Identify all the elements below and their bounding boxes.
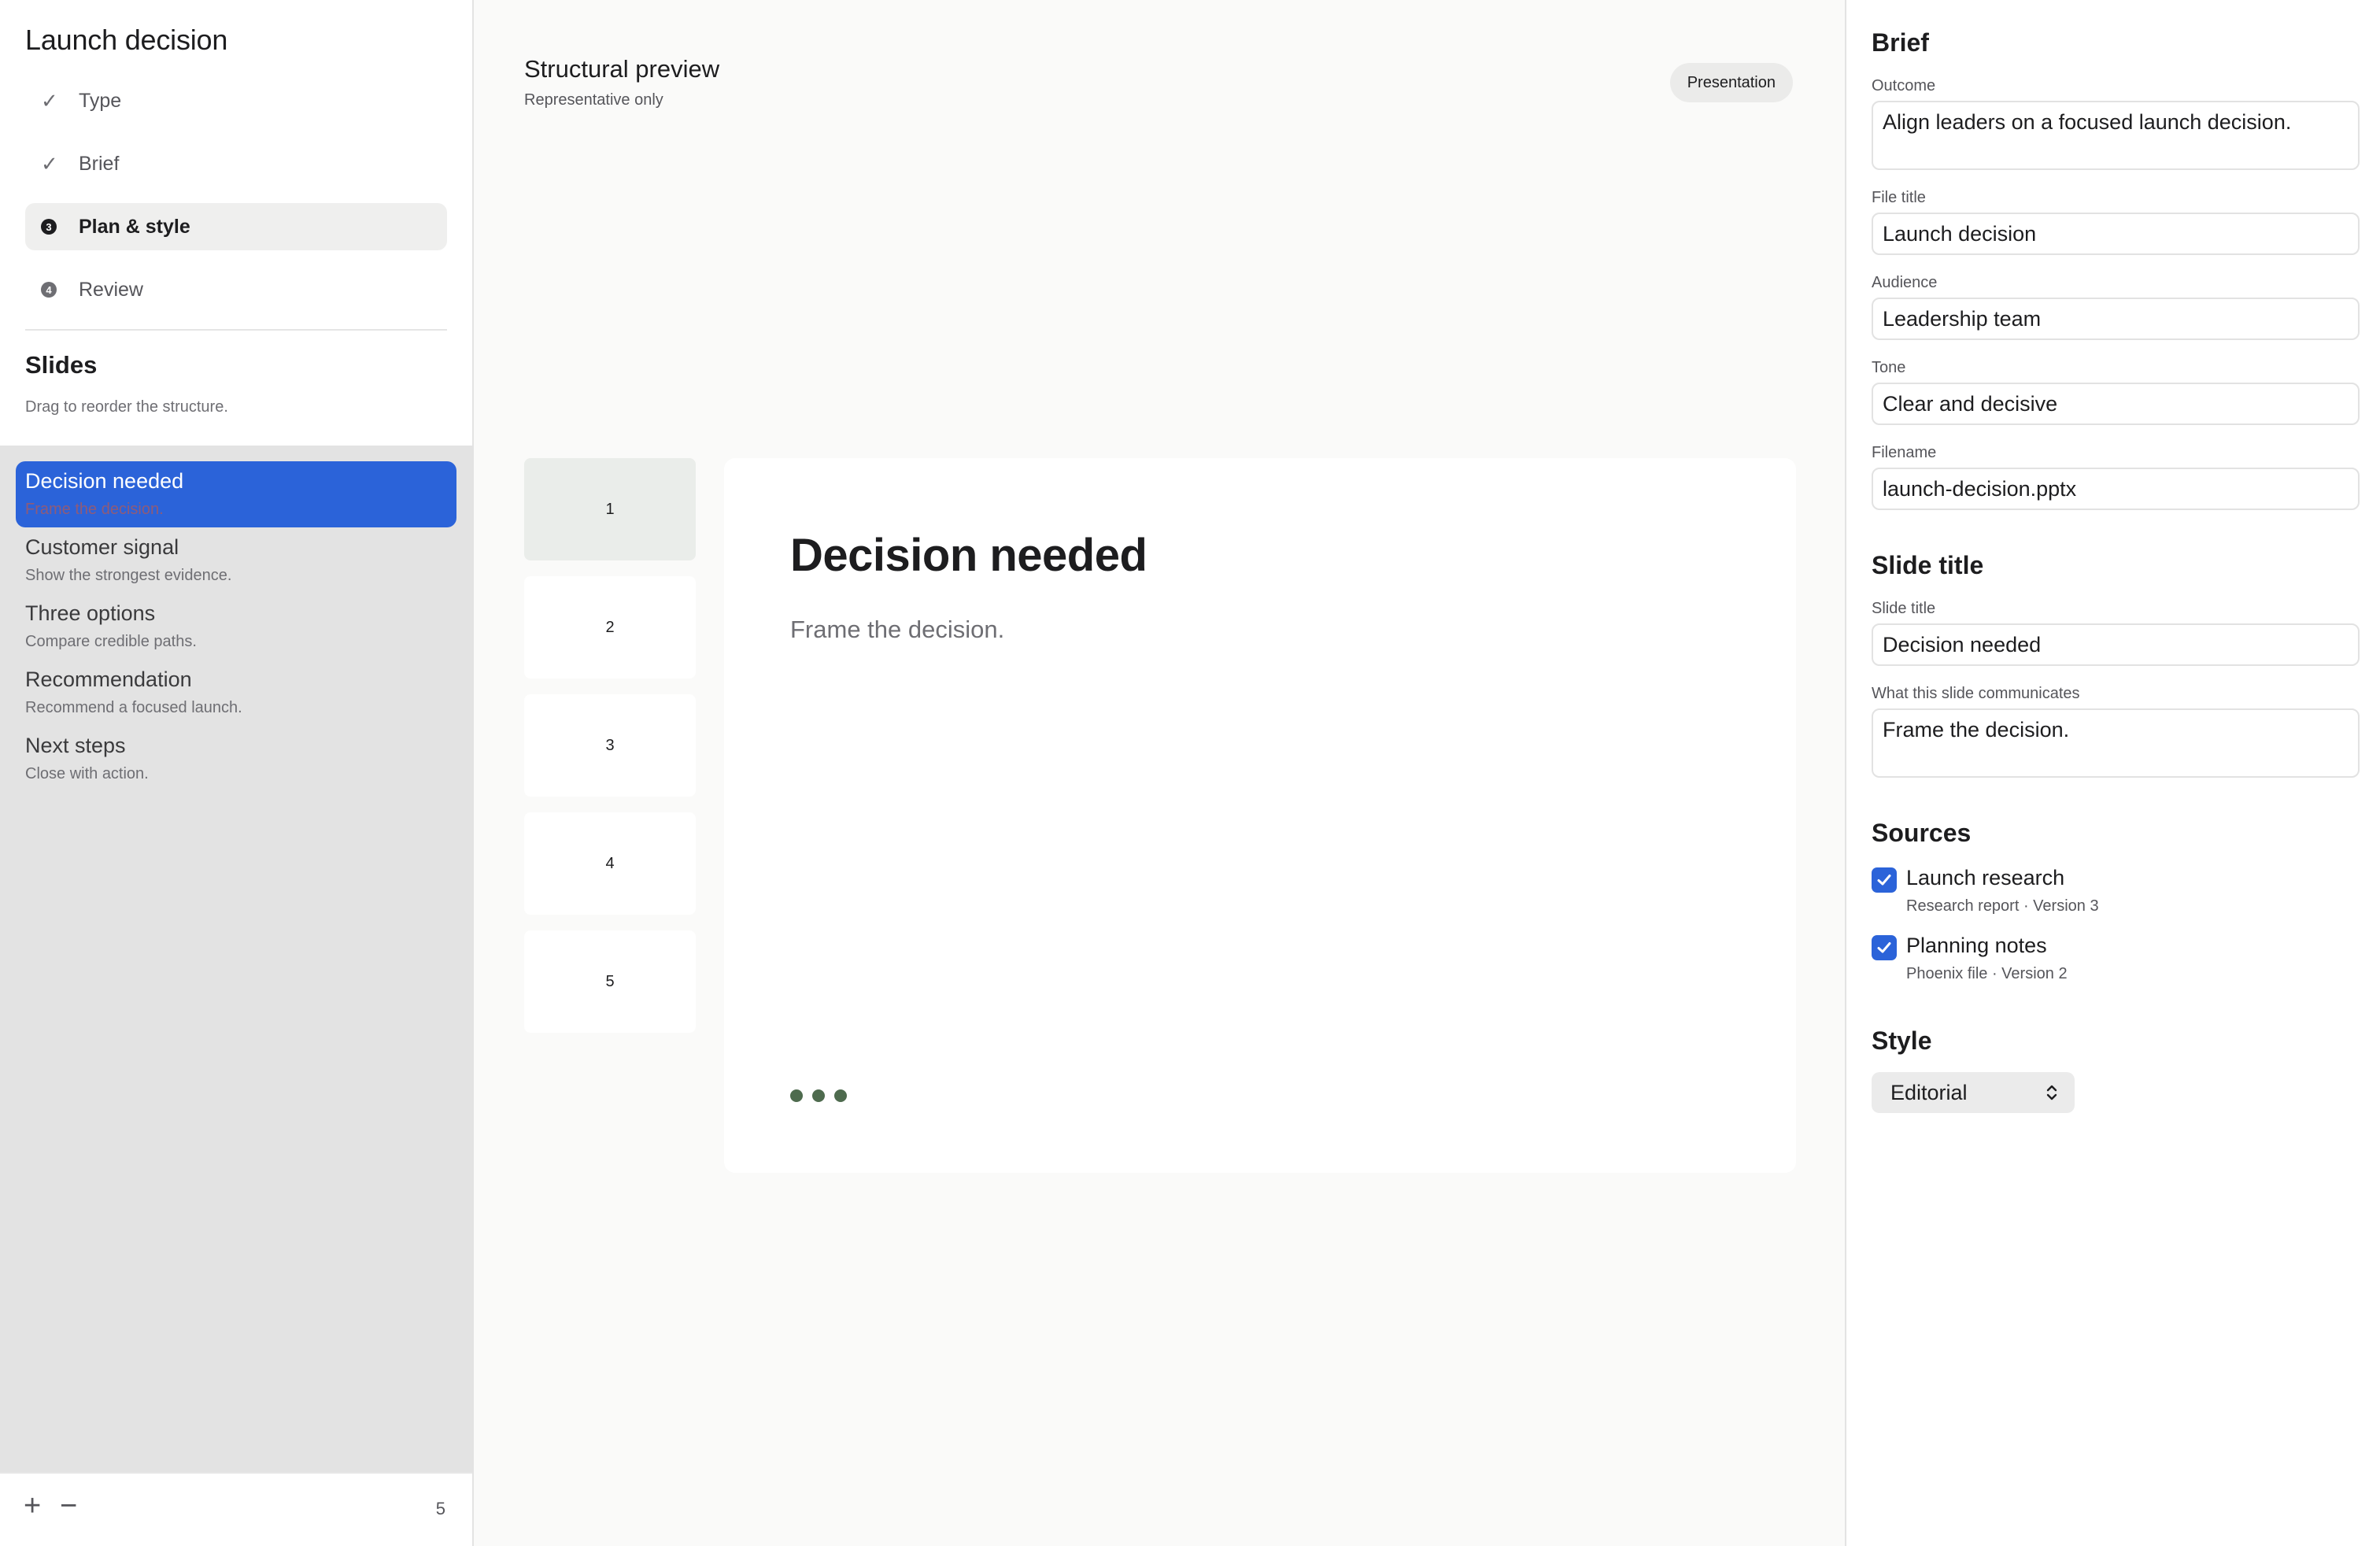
source-name: Planning notes bbox=[1906, 934, 2047, 957]
sidebar-divider bbox=[25, 329, 447, 331]
sidebar-top: Launch decision ✓ Type ✓ Brief 3 Plan & … bbox=[0, 0, 472, 446]
tone-field[interactable] bbox=[1872, 383, 2360, 425]
slide-thumbnail[interactable]: 5 bbox=[524, 930, 696, 1033]
step-type[interactable]: ✓ Type bbox=[25, 77, 447, 124]
slide-item-subtitle: Close with action. bbox=[25, 765, 149, 782]
slide-list-item[interactable]: Decision needed Frame the decision. bbox=[16, 461, 456, 527]
remove-slide-button[interactable]: − bbox=[60, 1489, 77, 1523]
step-label: Plan & style bbox=[79, 215, 190, 238]
outcome-label: Outcome bbox=[1872, 77, 1936, 94]
source-name: Launch research bbox=[1906, 866, 2065, 890]
sources-heading: Sources bbox=[1872, 819, 1972, 847]
slide-item-title: Decision needed bbox=[25, 469, 184, 493]
audience-field[interactable] bbox=[1872, 298, 2360, 340]
slide-title-heading: Slide title bbox=[1872, 551, 1984, 579]
step-label: Review bbox=[79, 278, 143, 301]
step-plan-style[interactable]: 3 Plan & style bbox=[25, 203, 447, 250]
slide-item-title: Next steps bbox=[25, 734, 126, 757]
slide-list-item[interactable]: Recommendation Recommend a focused launc… bbox=[16, 660, 456, 726]
slide-thumbnail[interactable]: 2 bbox=[524, 576, 696, 679]
slide-canvas-body: Frame the decision. bbox=[790, 616, 1005, 643]
preview-subtitle: Representative only bbox=[524, 91, 663, 109]
slide-thumbnail[interactable]: 1 bbox=[524, 458, 696, 560]
communicates-field[interactable]: Frame the decision. bbox=[1872, 708, 2360, 778]
checkbox-checked-icon[interactable] bbox=[1872, 867, 1897, 893]
audience-label: Audience bbox=[1872, 274, 1938, 291]
filename-label: Filename bbox=[1872, 444, 1937, 461]
chevron-up-down-icon bbox=[2045, 1082, 2059, 1109]
slide-list-item[interactable]: Customer signal Show the strongest evide… bbox=[16, 527, 456, 594]
step-label: Type bbox=[79, 89, 122, 112]
source-meta: Research report · Version 3 bbox=[1906, 897, 2099, 915]
step-brief[interactable]: ✓ Brief bbox=[25, 140, 447, 187]
slide-item-subtitle: Recommend a focused launch. bbox=[25, 699, 242, 716]
inspector-panel: Brief Outcome Align leaders on a focused… bbox=[1845, 0, 2380, 1546]
presentation-badge: Presentation bbox=[1669, 63, 1793, 102]
slide-thumbnail[interactable]: 3 bbox=[524, 694, 696, 797]
slide-item-title: Customer signal bbox=[25, 535, 179, 559]
slide-count: 5 bbox=[435, 1499, 445, 1518]
preview-title: Structural preview bbox=[524, 55, 720, 83]
dot-icon bbox=[790, 1089, 803, 1102]
brief-heading: Brief bbox=[1872, 28, 1929, 57]
source-item[interactable]: Launch research Research report · Versio… bbox=[1872, 866, 2360, 921]
step-label: Brief bbox=[79, 152, 120, 175]
step-number-icon: 3 bbox=[41, 219, 57, 235]
slide-item-subtitle: Compare credible paths. bbox=[25, 633, 197, 650]
slide-title-label: Slide title bbox=[1872, 600, 1936, 617]
check-icon: ✓ bbox=[41, 88, 58, 113]
style-heading: Style bbox=[1872, 1026, 1932, 1055]
slide-thumbnail[interactable]: 4 bbox=[524, 812, 696, 915]
filename-field[interactable] bbox=[1872, 468, 2360, 510]
sidebar: Launch decision ✓ Type ✓ Brief 3 Plan & … bbox=[0, 0, 474, 1546]
communicates-label: What this slide communicates bbox=[1872, 685, 2080, 702]
slide-item-title: Recommendation bbox=[25, 668, 192, 691]
outcome-field[interactable]: Align leaders on a focused launch decisi… bbox=[1872, 101, 2360, 170]
style-select-value: Editorial bbox=[1890, 1080, 1968, 1104]
slide-list-item[interactable]: Three options Compare credible paths. bbox=[16, 594, 456, 660]
sidebar-footer: + − 5 bbox=[0, 1472, 472, 1546]
tone-label: Tone bbox=[1872, 359, 1906, 376]
slides-hint: Drag to reorder the structure. bbox=[25, 398, 228, 416]
dot-icon bbox=[812, 1089, 825, 1102]
slide-title-field[interactable] bbox=[1872, 623, 2360, 666]
add-slide-button[interactable]: + bbox=[24, 1489, 41, 1523]
slide-list: Decision needed Frame the decision. Cust… bbox=[0, 446, 472, 1472]
checkbox-checked-icon[interactable] bbox=[1872, 935, 1897, 960]
source-meta: Phoenix file · Version 2 bbox=[1906, 965, 2068, 982]
dot-icon bbox=[834, 1089, 847, 1102]
slide-item-title: Three options bbox=[25, 601, 156, 625]
step-review[interactable]: 4 Review bbox=[25, 266, 447, 313]
slide-canvas: Decision needed Frame the decision. bbox=[724, 458, 1796, 1173]
file-title-field[interactable] bbox=[1872, 213, 2360, 255]
preview-area: Structural preview Representative only P… bbox=[474, 0, 1845, 1546]
slides-heading: Slides bbox=[25, 351, 98, 379]
file-title-label: File title bbox=[1872, 189, 1926, 206]
slide-canvas-heading: Decision needed bbox=[790, 530, 1148, 581]
source-item[interactable]: Planning notes Phoenix file · Version 2 bbox=[1872, 934, 2360, 989]
style-dots-icon bbox=[790, 1089, 847, 1102]
slide-item-subtitle: Show the strongest evidence. bbox=[25, 567, 232, 584]
check-icon: ✓ bbox=[41, 151, 58, 176]
slide-item-subtitle: Frame the decision. bbox=[25, 501, 164, 518]
app-title: Launch decision bbox=[25, 24, 228, 56]
style-select[interactable]: Editorial bbox=[1872, 1072, 2075, 1113]
step-number-icon: 4 bbox=[41, 282, 57, 298]
slide-list-item[interactable]: Next steps Close with action. bbox=[16, 726, 456, 792]
